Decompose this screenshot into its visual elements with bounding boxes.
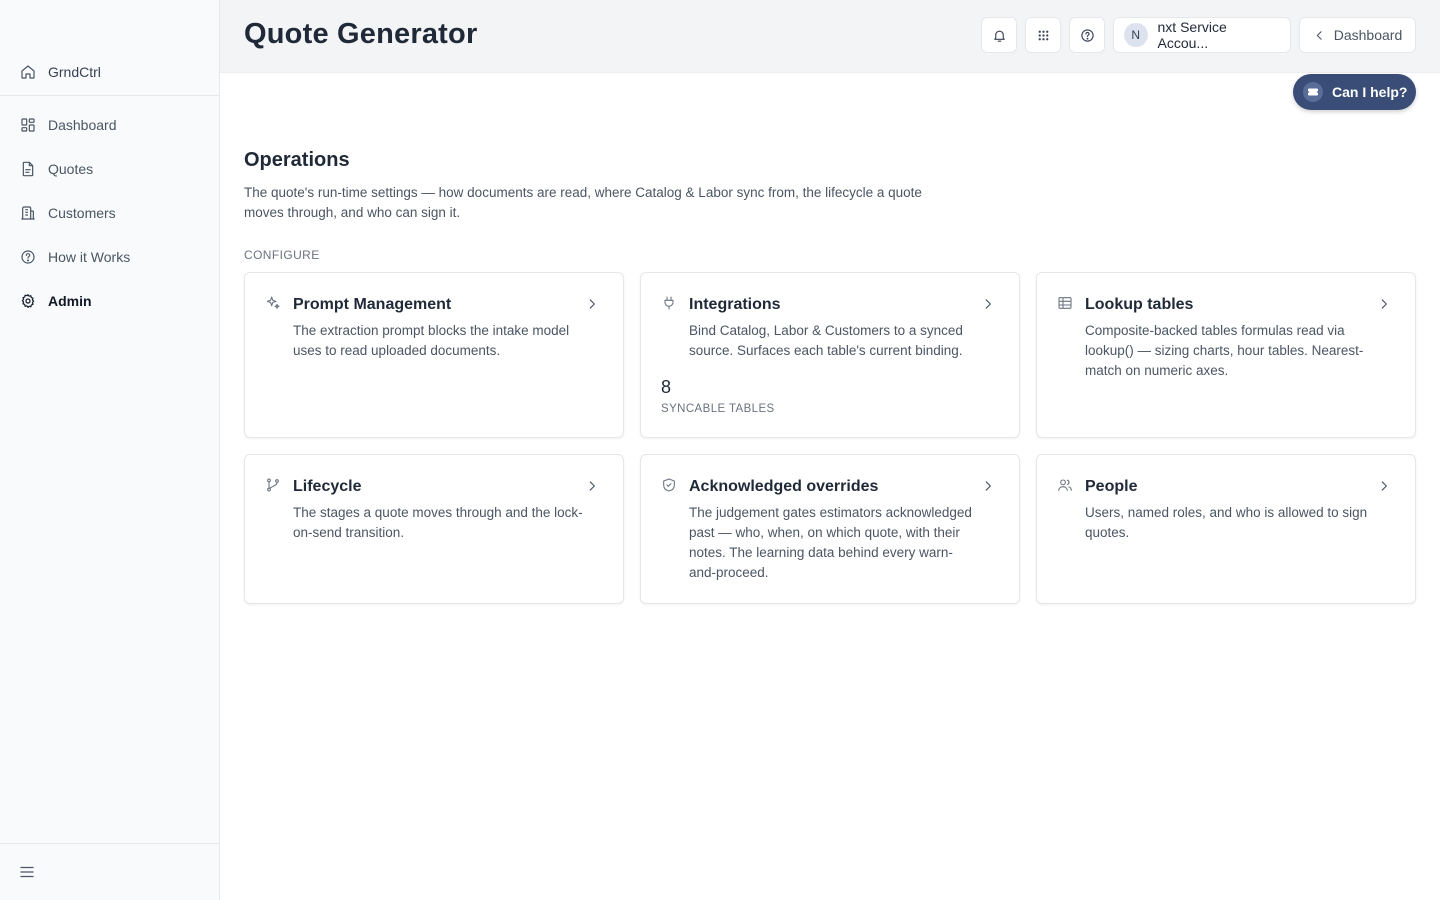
group-label: CONFIGURE: [244, 248, 320, 262]
notifications-button[interactable]: [981, 17, 1017, 53]
card-description: Bind Catalog, Labor & Customers to a syn…: [689, 323, 963, 358]
section-title: Operations: [244, 149, 350, 171]
card-integrations[interactable]: Integrations Bind Catalog, Labor & Custo…: [640, 272, 1020, 438]
shield-icon: [661, 477, 677, 493]
card-prompt-management[interactable]: Prompt Management The extraction prompt …: [244, 272, 624, 438]
sidebar-item-label: How it Works: [48, 249, 131, 265]
card-title: Acknowledged overrides: [689, 478, 879, 495]
section-description: The quote's run-time settings — how docu…: [244, 185, 922, 220]
stat-label: SYNCABLE TABLES: [661, 403, 775, 415]
sidebar-item-quotes[interactable]: Quotes: [0, 147, 219, 191]
card-description: Users, named roles, and who is allowed t…: [1085, 505, 1368, 540]
building-icon: [21, 206, 35, 220]
help-button[interactable]: [1069, 17, 1105, 53]
account-menu[interactable]: N nxt Service Accou...: [1113, 17, 1291, 53]
card-description: The judgement gates estimators acknowled…: [689, 505, 972, 580]
sidebar-item-label: Dashboard: [48, 117, 117, 133]
home-icon: [21, 64, 35, 79]
sidebar-footer: [0, 843, 219, 900]
brand-label: GrndCtrl: [48, 63, 101, 80]
users-icon: [1057, 477, 1073, 493]
card-title: Prompt Management: [293, 296, 452, 313]
sidebar-item-label: Customers: [48, 205, 116, 221]
menu-icon[interactable]: [18, 863, 36, 881]
card-description: The stages a quote moves through and the…: [293, 505, 583, 540]
grid-icon: [1038, 30, 1048, 40]
branch-icon: [265, 477, 281, 493]
table-icon: [1057, 295, 1073, 311]
card-people[interactable]: People Users, named roles, and who is al…: [1036, 454, 1416, 604]
card-title: Lookup tables: [1085, 296, 1194, 313]
sidebar-item-label: Quotes: [48, 161, 94, 177]
card-title: Lifecycle: [293, 478, 362, 495]
help-circle-icon: [1080, 28, 1094, 42]
sidebar-nav: Dashboard Quotes Customers How it Works …: [0, 103, 219, 323]
back-to-dashboard-button[interactable]: Dashboard: [1299, 17, 1416, 53]
plug-icon: [661, 295, 677, 311]
card-title: People: [1085, 478, 1138, 495]
card-title: Integrations: [689, 296, 781, 313]
card-description: Composite-backed tables formulas read vi…: [1085, 323, 1364, 378]
assistant-icon-wrap: [1303, 82, 1323, 102]
card-description: The extraction prompt blocks the intake …: [293, 323, 570, 358]
chevron-left-icon: [1316, 30, 1322, 40]
page-title: Quote Generator: [244, 18, 478, 50]
dashboard-icon: [21, 118, 35, 132]
sidebar-brand[interactable]: GrndCtrl: [0, 48, 219, 96]
sidebar-item-label: Admin: [48, 293, 92, 309]
account-name: nxt Service Accou...: [1157, 19, 1227, 51]
sidebar-item-customers[interactable]: Customers: [0, 191, 219, 235]
chevron-right-icon: [1377, 479, 1391, 493]
card-lifecycle[interactable]: Lifecycle The stages a quote moves throu…: [244, 454, 624, 604]
gear-icon: [21, 294, 35, 308]
chevron-right-icon: [1377, 297, 1391, 311]
stat-value: 8: [661, 377, 672, 397]
chevron-right-icon: [585, 479, 599, 493]
header: Quote Generator N nxt Service Accou... D…: [220, 0, 1440, 73]
document-icon: [22, 161, 34, 177]
chevron-right-icon: [585, 297, 599, 311]
sidebar-item-admin[interactable]: Admin: [0, 279, 219, 323]
apps-button[interactable]: [1025, 17, 1061, 53]
card-acknowledged-overrides[interactable]: Acknowledged overrides The judgement gat…: [640, 454, 1020, 604]
sidebar-item-how-it-works[interactable]: How it Works: [0, 235, 219, 279]
ticket-icon: [1308, 88, 1318, 96]
chevron-right-icon: [981, 297, 995, 311]
help-circle-icon: [21, 250, 35, 264]
sidebar-item-dashboard[interactable]: Dashboard: [0, 103, 219, 147]
bell-icon: [993, 30, 1005, 42]
chevron-right-icon: [981, 479, 995, 493]
assistant-help-button[interactable]: Can I help?: [1293, 74, 1416, 110]
sidebar: GrndCtrl Dashboard Quotes Customers How …: [0, 0, 220, 900]
back-button-label: Dashboard: [1333, 27, 1403, 43]
sparkle-icon: [265, 295, 281, 311]
assistant-help-label: Can I help?: [1332, 84, 1408, 100]
card-lookup-tables[interactable]: Lookup tables Composite-backed tables fo…: [1036, 272, 1416, 438]
avatar: N: [1124, 23, 1148, 47]
